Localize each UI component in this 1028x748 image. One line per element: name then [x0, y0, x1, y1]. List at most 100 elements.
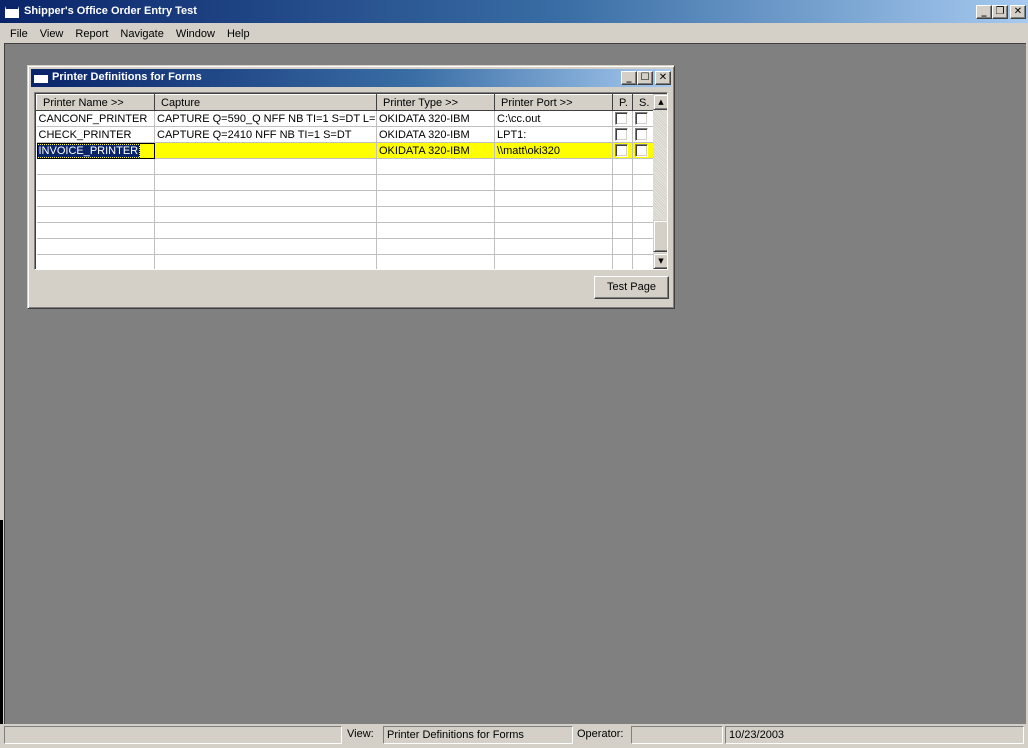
empty-cell[interactable]	[154, 238, 377, 255]
empty-cell[interactable]	[36, 158, 155, 175]
s-checkbox[interactable]	[635, 112, 648, 125]
menu-navigate[interactable]: Navigate	[114, 28, 169, 40]
p-checkbox[interactable]	[615, 128, 628, 141]
empty-cell[interactable]	[494, 254, 613, 269]
app-title-bar[interactable]: Shipper's Office Order Entry Test _ ❐ ✕	[0, 0, 1028, 24]
menu-file[interactable]: File	[4, 28, 34, 40]
empty-cell[interactable]	[494, 206, 613, 223]
empty-cell[interactable]	[36, 206, 155, 223]
empty-cell[interactable]	[376, 174, 495, 191]
empty-cell[interactable]	[612, 206, 633, 223]
table-row-selected[interactable]: INVOICE_PRINTER OKIDATA 320-IBM \\matt\o…	[36, 142, 654, 159]
cell-printer-type[interactable]: OKIDATA 320-IBM	[376, 126, 495, 143]
column-header-capture[interactable]: Capture	[154, 94, 377, 111]
empty-row[interactable]	[36, 174, 654, 191]
child-window-controls: _ ☐ ✕	[621, 71, 671, 85]
cell-capture[interactable]	[154, 142, 377, 159]
empty-cell[interactable]	[632, 190, 654, 207]
empty-cell[interactable]	[632, 158, 654, 175]
menu-window[interactable]: Window	[170, 28, 221, 40]
s-checkbox[interactable]	[635, 128, 648, 141]
empty-row[interactable]	[36, 222, 654, 239]
column-header-s[interactable]: S.	[632, 94, 654, 111]
menu-view[interactable]: View	[34, 28, 70, 40]
app-window-icon[interactable]	[5, 6, 19, 18]
empty-cell[interactable]	[612, 238, 633, 255]
empty-cell[interactable]	[612, 158, 633, 175]
child-minimize-button[interactable]: _	[621, 71, 637, 85]
empty-cell[interactable]	[36, 190, 155, 207]
empty-cell[interactable]	[494, 174, 613, 191]
empty-cell[interactable]	[376, 254, 495, 269]
empty-cell[interactable]	[632, 238, 654, 255]
empty-cell[interactable]	[154, 190, 377, 207]
empty-row[interactable]	[36, 206, 654, 223]
cell-printer-port[interactable]: C:\cc.out	[494, 110, 613, 127]
empty-cell[interactable]	[376, 158, 495, 175]
empty-cell[interactable]	[376, 238, 495, 255]
s-checkbox[interactable]	[635, 144, 648, 157]
app-close-button[interactable]: ✕	[1010, 5, 1026, 19]
menu-report[interactable]: Report	[69, 28, 114, 40]
column-header-printer-port[interactable]: Printer Port >>	[494, 94, 613, 111]
scroll-up-arrow-icon[interactable]: ▲	[653, 94, 667, 110]
cell-printer-type[interactable]: OKIDATA 320-IBM	[376, 142, 495, 159]
printer-table: Printer Name >> Capture Printer Type >> …	[36, 94, 654, 269]
empty-cell[interactable]	[612, 254, 633, 269]
scroll-thumb[interactable]	[653, 220, 667, 252]
cell-printer-name[interactable]: CANCONF_PRINTER	[36, 110, 155, 127]
cell-printer-name-selected[interactable]: INVOICE_PRINTER	[36, 142, 155, 159]
empty-cell[interactable]	[154, 206, 377, 223]
empty-cell[interactable]	[376, 206, 495, 223]
cell-printer-port[interactable]: LPT1:	[494, 126, 613, 143]
empty-row[interactable]	[36, 254, 654, 269]
vertical-scrollbar[interactable]: ▲ ▼	[653, 94, 667, 269]
empty-cell[interactable]	[36, 174, 155, 191]
empty-cell[interactable]	[494, 222, 613, 239]
menu-help[interactable]: Help	[221, 28, 256, 40]
p-checkbox[interactable]	[615, 144, 628, 157]
child-close-button[interactable]: ✕	[655, 71, 671, 85]
empty-cell[interactable]	[632, 254, 654, 269]
scroll-down-arrow-icon[interactable]: ▼	[653, 253, 667, 269]
empty-cell[interactable]	[154, 222, 377, 239]
empty-row[interactable]	[36, 158, 654, 175]
cell-capture[interactable]: CAPTURE Q=2410 NFF NB TI=1 S=DT	[154, 126, 377, 143]
table-row[interactable]: CANCONF_PRINTER CAPTURE Q=590_Q NFF NB T…	[36, 110, 654, 127]
empty-cell[interactable]	[612, 222, 633, 239]
empty-cell[interactable]	[376, 222, 495, 239]
app-restore-button[interactable]: ❐	[992, 5, 1008, 19]
child-title-bar[interactable]: Printer Definitions for Forms _ ☐ ✕	[31, 69, 671, 87]
empty-cell[interactable]	[632, 174, 654, 191]
cell-printer-type[interactable]: OKIDATA 320-IBM	[376, 110, 495, 127]
empty-cell[interactable]	[154, 158, 377, 175]
child-window-icon[interactable]	[34, 72, 48, 83]
column-header-printer-type[interactable]: Printer Type >>	[376, 94, 495, 111]
empty-cell[interactable]	[494, 190, 613, 207]
empty-cell[interactable]	[632, 206, 654, 223]
test-page-button[interactable]: Test Page	[594, 276, 669, 299]
empty-row[interactable]	[36, 238, 654, 255]
empty-cell[interactable]	[36, 254, 155, 269]
empty-cell[interactable]	[494, 238, 613, 255]
empty-row[interactable]	[36, 190, 654, 207]
table-row[interactable]: CHECK_PRINTER CAPTURE Q=2410 NFF NB TI=1…	[36, 126, 654, 143]
p-checkbox[interactable]	[615, 112, 628, 125]
empty-cell[interactable]	[36, 222, 155, 239]
cell-capture[interactable]: CAPTURE Q=590_Q NFF NB TI=1 S=DT L=1	[154, 110, 377, 127]
empty-cell[interactable]	[612, 190, 633, 207]
printer-grid[interactable]: Printer Name >> Capture Printer Type >> …	[34, 92, 668, 270]
empty-cell[interactable]	[494, 158, 613, 175]
empty-cell[interactable]	[632, 222, 654, 239]
cell-printer-name[interactable]: CHECK_PRINTER	[36, 126, 155, 143]
empty-cell[interactable]	[376, 190, 495, 207]
cell-printer-port[interactable]: \\matt\oki320	[494, 142, 613, 159]
app-minimize-button[interactable]: _	[976, 5, 992, 19]
column-header-printer-name[interactable]: Printer Name >>	[36, 94, 155, 111]
empty-cell[interactable]	[36, 238, 155, 255]
child-maximize-button[interactable]: ☐	[637, 71, 653, 85]
empty-cell[interactable]	[612, 174, 633, 191]
column-header-p[interactable]: P.	[612, 94, 633, 111]
empty-cell[interactable]	[154, 254, 377, 269]
empty-cell[interactable]	[154, 174, 377, 191]
